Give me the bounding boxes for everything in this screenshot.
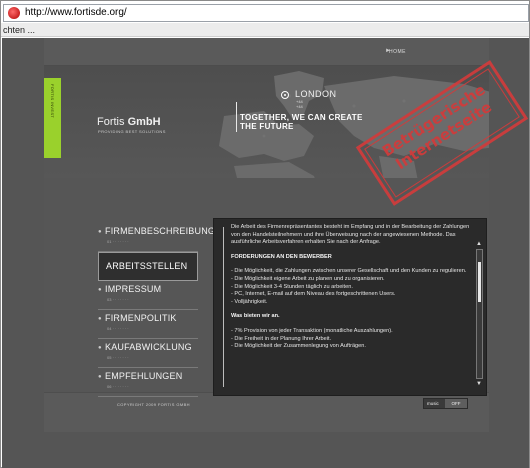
content-intro: Die Arbeit des Firmenrepräsentantes best… (231, 224, 470, 246)
list-item: - Die Möglichkeit eigene Arbeit zu plane… (231, 275, 385, 282)
home-link[interactable]: HOME (389, 49, 406, 55)
page-viewport: ► HOME FORTIS INVEST Fortis GmbH PROVIDI… (2, 38, 529, 468)
city-phone-2: +44 (296, 104, 303, 109)
nav-item-sub: 03 · · · · · · · (107, 297, 129, 302)
content-panel: Die Arbeit des Firmenrepräsentantes best… (213, 218, 487, 396)
site-globe-icon (8, 7, 20, 19)
scrollbar-thumb[interactable] (478, 262, 481, 302)
nav-item-empfehlungen[interactable]: ● EMPFEHLUNGEN 06 · · · · · · · (98, 368, 198, 397)
nav-item-arbeitsstellen[interactable]: ARBEITSSTELLEN (98, 252, 198, 281)
nav-bullet-icon: ● (98, 229, 102, 235)
nav-item-sub: 05 · · · · · · · (107, 355, 129, 360)
requirements-list: - Die Möglichkeit, die Zahlungen zwische… (231, 268, 474, 306)
music-off-button[interactable]: OFF (445, 399, 467, 408)
offer-list: - 7% Provision von jeder Transaktion (mo… (231, 328, 474, 351)
main-navigation: ● FIRMENBESCHREIBUNG 01 · · · · · · · AR… (98, 223, 215, 397)
nav-item-sub: 06 · · · · · · · (107, 384, 129, 389)
list-item: - 7% Provision von jeder Transaktion (mo… (231, 327, 393, 334)
vertical-side-tab-label: FORTIS INVEST (50, 84, 55, 119)
list-item: - PC, Internet, E-mail auf dem Niveau de… (231, 291, 396, 298)
list-item: - Die Freiheit in der Planung Ihrer Arbe… (231, 335, 332, 342)
content-scrollbar[interactable]: ▲ ▼ (476, 241, 483, 387)
requirements-heading: FORDERUNGEN AN DEN BEWERBER (231, 253, 332, 260)
music-label: music (427, 401, 439, 406)
tagline-divider (236, 102, 237, 132)
list-item: - Die Möglichkeit der Zusammenlegung von… (231, 343, 366, 350)
list-item: - Volljährigkeit. (231, 298, 268, 305)
nav-item-kaufabwicklung[interactable]: ● KAUFABWICKLUNG 05 · · · · · · · (98, 339, 198, 368)
music-toggle[interactable]: music OFF (423, 398, 468, 409)
hero-tagline: TOGETHER, WE CAN CREATE THE FUTURE (240, 113, 363, 131)
content-divider (223, 227, 224, 387)
tagline-line-1: TOGETHER, WE CAN CREATE (240, 113, 363, 122)
city-phone-numbers: +44 +44 (296, 99, 303, 109)
address-bar[interactable]: http://www.fortisde.org/ (3, 4, 529, 22)
nav-bullet-icon: ● (98, 316, 102, 322)
nav-bullet-icon: ● (98, 287, 102, 293)
offer-heading: Was bieten wir an. (231, 313, 280, 320)
scroll-down-icon[interactable]: ▼ (476, 381, 482, 387)
tagline-line-2: THE FUTURE (240, 122, 294, 131)
list-item: - Die Möglichkeit, die Zahlungen zwische… (231, 268, 467, 275)
browser-window: http://www.fortisde.org/ chten ... ► HOM… (0, 0, 530, 468)
url-text[interactable]: http://www.fortisde.org/ (25, 7, 127, 18)
city-label: LONDON (295, 89, 337, 99)
scroll-up-icon[interactable]: ▲ (476, 241, 482, 247)
nav-item-firmenpolitik[interactable]: ● FIRMENPOLITIK 04 · · · · · · · (98, 310, 198, 339)
nav-item-label: FIRMENBESCHREIBUNG (105, 226, 216, 236)
nav-bullet-icon: ● (98, 345, 102, 351)
nav-item-label: KAUFABWICKLUNG (105, 342, 192, 352)
logo-suffix: GmbH (127, 116, 161, 128)
nav-item-sub: 01 · · · · · · · (107, 239, 129, 244)
nav-item-label: EMPFEHLUNGEN (105, 371, 183, 381)
location-marker-icon (281, 91, 289, 99)
logo-name: Fortis (97, 116, 125, 128)
browser-status-text: chten ... (1, 23, 529, 37)
content-text: Die Arbeit des Firmenrepräsentantes best… (231, 224, 474, 358)
nav-item-label: ARBEITSSTELLEN (106, 261, 188, 271)
company-logo[interactable]: Fortis GmbH (97, 116, 161, 128)
nav-item-sub: 04 · · · · · · · (107, 326, 129, 331)
nav-bullet-icon: ● (98, 374, 102, 380)
site-top-bar: ► HOME (44, 38, 489, 66)
logo-subtitle: PROVIDING BEST SOLUTIONS (98, 129, 166, 134)
copyright-text: COPYRIGHT 2009 FORTIS GMBH (117, 402, 190, 407)
nav-item-impressum[interactable]: ● IMPRESSUM 03 · · · · · · · (98, 281, 198, 310)
nav-item-firmenbeschreibung[interactable]: ● FIRMENBESCHREIBUNG 01 · · · · · · · (98, 223, 215, 252)
nav-item-label: IMPRESSUM (105, 284, 162, 294)
vertical-side-tab[interactable]: FORTIS INVEST (44, 78, 61, 158)
nav-item-label: FIRMENPOLITIK (105, 313, 177, 323)
list-item: - Die Möglichkeit 3-4 Stunden täglich zu… (231, 283, 353, 290)
